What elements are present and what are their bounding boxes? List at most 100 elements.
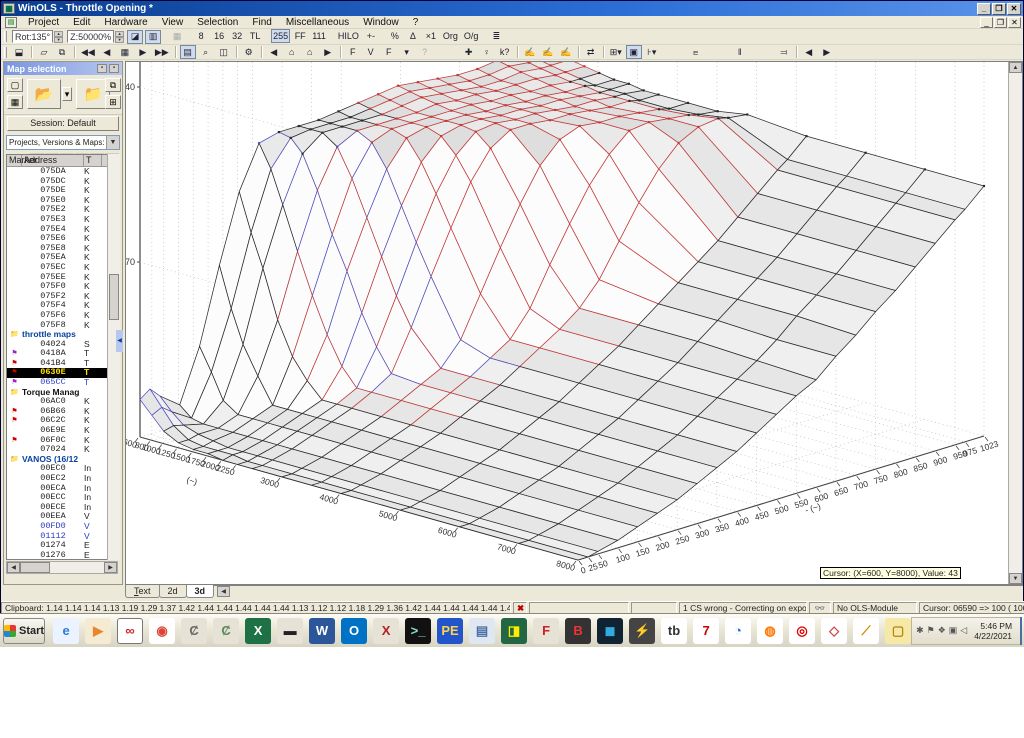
- color-fill-icon[interactable]: ▣: [625, 45, 642, 59]
- taskbar-winols-tile-icon[interactable]: ◨: [501, 617, 528, 644]
- hilo-order-icon[interactable]: HILO: [335, 29, 361, 44]
- rot-down-icon[interactable]: ▼: [54, 36, 64, 43]
- width-32bit-icon[interactable]: 32: [229, 29, 246, 44]
- child-close-button[interactable]: ✕: [1008, 16, 1021, 28]
- add-doc-icon[interactable]: ⊞: [105, 95, 121, 109]
- func-f2-icon[interactable]: F: [380, 45, 397, 59]
- column-header-t[interactable]: T: [84, 155, 102, 166]
- hex-view-icon[interactable]: FF: [292, 29, 309, 44]
- save-icon[interactable]: ▦: [7, 95, 23, 109]
- scope-combobox[interactable]: Projects, Versions & Maps: (Ctrl ▼: [6, 135, 120, 150]
- org-compare-icon[interactable]: O/g: [461, 29, 481, 44]
- taskbar-outlook-icon[interactable]: O: [341, 617, 368, 644]
- taskbar-media-player-icon[interactable]: ▶: [85, 617, 112, 644]
- zoom-value[interactable]: Z:50000%: [67, 30, 115, 43]
- preview-icon[interactable]: ⌕: [197, 45, 214, 59]
- tab-3d[interactable]: 3d: [185, 585, 215, 598]
- back-icon[interactable]: ◀: [265, 45, 282, 59]
- taskbar-calculator-icon[interactable]: ▤: [469, 617, 496, 644]
- menu-[interactable]: ?: [406, 17, 426, 28]
- taskbar-seven-zip-icon[interactable]: 7: [693, 617, 720, 644]
- map-grid-icon[interactable]: ▦: [116, 45, 133, 59]
- pause-cols-icon[interactable]: ‖: [731, 45, 748, 59]
- map-list-vscrollbar[interactable]: [107, 154, 120, 560]
- map-edit-3-icon[interactable]: ✍: [557, 45, 574, 59]
- panel-collapse-icon[interactable]: ◀: [116, 330, 123, 352]
- map-list[interactable]: Marker Address T 075DA K 075DC K 075DE K 075E0 K 0…: [6, 154, 118, 560]
- tray-update-icon[interactable]: ❖: [938, 625, 946, 636]
- width-16bit-icon[interactable]: 16: [211, 29, 228, 44]
- original-view-icon[interactable]: Org: [440, 29, 460, 44]
- session-button[interactable]: Session: Default: [7, 116, 119, 131]
- surface-chart[interactable]: 7014060080010001250150017502000225030004…: [126, 62, 1023, 585]
- toolbar-grip2[interactable]: [4, 46, 7, 58]
- menu-selection[interactable]: Selection: [190, 17, 245, 28]
- width-8bit-icon[interactable]: 8: [193, 29, 210, 44]
- folder-up2-icon[interactable]: ⌂: [301, 45, 318, 59]
- taskbar-file-explorer-icon[interactable]: ▢: [885, 617, 912, 644]
- taskbar-flasher-icon[interactable]: F: [533, 617, 560, 644]
- decimal-view-icon[interactable]: 255: [271, 29, 291, 44]
- chart-scroll-down-icon[interactable]: ▼: [1009, 573, 1022, 584]
- menu-view[interactable]: View: [155, 17, 191, 28]
- open-dropdown-icon[interactable]: ▾: [62, 87, 72, 101]
- panel-close-icon[interactable]: ▪: [109, 64, 119, 73]
- zoom-select-icon[interactable]: ⊞▾: [607, 45, 624, 59]
- first-map-icon[interactable]: ◀◀: [79, 45, 97, 59]
- taskbar-boot-tool-icon[interactable]: B: [565, 617, 592, 644]
- menu-project[interactable]: Project: [21, 17, 66, 28]
- checksum-icon[interactable]: ⚙: [240, 45, 257, 59]
- close-button[interactable]: ✕: [1007, 2, 1021, 15]
- chart-scroll-up-icon[interactable]: ▲: [1009, 62, 1022, 73]
- taskbar-chrome-icon[interactable]: ◉: [149, 617, 176, 644]
- cascade-windows-icon[interactable]: ⧉: [54, 45, 70, 59]
- map-edit-2-icon[interactable]: ✍: [539, 45, 556, 59]
- color-scale-icon[interactable]: ≣: [488, 29, 505, 44]
- import-maps-icon[interactable]: ◫: [215, 45, 232, 59]
- table-view-icon[interactable]: ▦: [169, 29, 186, 44]
- menu-edit[interactable]: Edit: [66, 17, 97, 28]
- show-desktop-button[interactable]: [1020, 616, 1023, 645]
- delta-view-icon[interactable]: Δ: [404, 29, 421, 44]
- menu-miscellaneous[interactable]: Miscellaneous: [279, 17, 356, 28]
- nav-right-icon[interactable]: ▶: [818, 45, 835, 59]
- signature-add-icon[interactable]: ✚: [460, 45, 477, 59]
- next-map-icon[interactable]: ▶: [134, 45, 151, 59]
- help-what-icon[interactable]: ?: [416, 45, 433, 59]
- help-cursor-icon[interactable]: k?: [496, 45, 513, 59]
- taskbar-avast-icon[interactable]: ◍: [757, 617, 784, 644]
- menu-window[interactable]: Window: [356, 17, 406, 28]
- swap-versions-icon[interactable]: ⇄: [582, 45, 599, 59]
- child-restore-button[interactable]: ❐: [994, 16, 1007, 28]
- func-v-icon[interactable]: V: [362, 45, 379, 59]
- document-icon[interactable]: ▤: [5, 16, 17, 28]
- dropdown-icon[interactable]: ▾: [398, 45, 415, 59]
- zoom-spinner[interactable]: Z:50000% ▲ ▼: [67, 30, 125, 43]
- forward-icon[interactable]: ▶: [319, 45, 336, 59]
- factor-view-icon[interactable]: ×1: [422, 29, 439, 44]
- view-3d-columns-icon[interactable]: ▥: [145, 29, 162, 44]
- align-right-icon[interactable]: ⫤: [775, 45, 792, 59]
- taskbar-xee-editor-icon[interactable]: X: [373, 617, 400, 644]
- hscroll-thumb[interactable]: [20, 562, 50, 573]
- zoom-down-icon[interactable]: ▼: [115, 36, 125, 43]
- new-window-icon[interactable]: ▱: [36, 45, 52, 59]
- tray-network-icon[interactable]: ▣: [949, 625, 958, 636]
- align-cols-icon[interactable]: ⫢: [687, 45, 704, 59]
- tab-scroll-left-icon[interactable]: ◀: [217, 586, 231, 597]
- tray-flag-icon[interactable]: ⚑: [927, 625, 935, 636]
- minimize-button[interactable]: _: [977, 2, 991, 15]
- taskbar-word-icon[interactable]: W: [309, 617, 336, 644]
- rotation-value[interactable]: Rot:135°: [12, 30, 54, 43]
- hscroll-left-icon[interactable]: ◀: [7, 562, 20, 573]
- taskbar-capture-tool-1-icon[interactable]: Ȼ: [181, 617, 208, 644]
- combo-arrow-icon[interactable]: ▼: [106, 136, 119, 149]
- start-button[interactable]: Start: [3, 617, 46, 644]
- taskbar-cube-app-icon[interactable]: ◼: [597, 617, 624, 644]
- taskbar-internet-explorer-icon[interactable]: e: [53, 617, 80, 644]
- map-edit-1-icon[interactable]: ✍: [521, 45, 538, 59]
- column-header-address[interactable]: Address: [22, 155, 84, 166]
- title-bar[interactable]: ▦ WinOLS - Throttle Opening * _ ❐ ✕: [1, 1, 1023, 16]
- map-list-icon[interactable]: ▤: [179, 45, 196, 59]
- view-2d-map-icon[interactable]: ◪: [127, 29, 144, 44]
